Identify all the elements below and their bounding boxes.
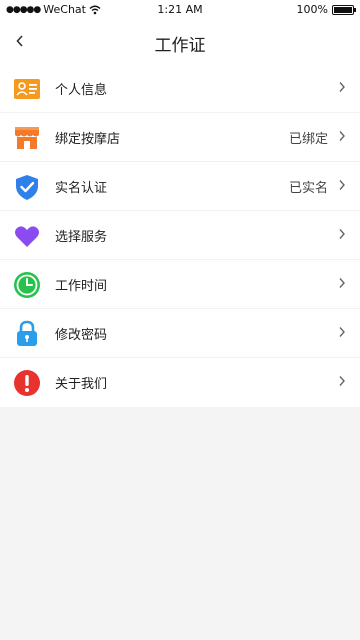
status-bar: ●●●●● WeChat 1:21 AM 100%: [0, 0, 360, 20]
menu-item-real-name[interactable]: 实名认证 已实名: [0, 162, 360, 211]
chevron-right-icon: [336, 130, 348, 146]
menu-item-change-password[interactable]: 修改密码: [0, 309, 360, 358]
menu-item-label: 关于我们: [55, 377, 108, 392]
menu-item-value: 已绑定: [288, 132, 328, 147]
alert-icon: [13, 369, 41, 397]
nav-bar: 工作证: [0, 20, 360, 64]
chevron-right-icon: [336, 326, 348, 342]
chevron-right-icon: [336, 277, 348, 293]
shield-check-icon: [13, 173, 41, 201]
battery-icon: [332, 4, 356, 15]
status-right: 100%: [296, 3, 356, 16]
chevron-right-icon: [336, 179, 348, 195]
menu-item-label: 个人信息: [55, 83, 108, 98]
page-title: 工作证: [154, 36, 206, 56]
screen: ●●●●● WeChat 1:21 AM 100% 工作证 个人信息 绑定按摩店…: [0, 0, 360, 640]
id-card-icon: [13, 75, 41, 103]
menu-item-label: 实名认证: [55, 181, 108, 196]
menu-list: 个人信息 绑定按摩店 已绑定 实名认证 已实名 选择服务 工作时间 修改密码 关…: [0, 64, 360, 407]
clock-icon: [13, 271, 41, 299]
menu-item-about-us[interactable]: 关于我们: [0, 358, 360, 407]
menu-item-bind-store[interactable]: 绑定按摩店 已绑定: [0, 113, 360, 162]
menu-item-label: 修改密码: [55, 328, 108, 343]
menu-item-personal-info[interactable]: 个人信息: [0, 64, 360, 113]
lock-icon: [13, 320, 41, 348]
menu-item-select-service[interactable]: 选择服务: [0, 211, 360, 260]
heart-icon: [13, 222, 41, 250]
menu-item-label: 绑定按摩店: [55, 132, 121, 147]
menu-item-value: 已实名: [288, 181, 328, 196]
store-icon: [13, 124, 41, 152]
chevron-right-icon: [336, 81, 348, 97]
menu-item-label: 工作时间: [55, 279, 108, 294]
chevron-right-icon: [336, 228, 348, 244]
chevron-right-icon: [336, 375, 348, 391]
menu-item-working-hours[interactable]: 工作时间: [0, 260, 360, 309]
menu-item-label: 选择服务: [55, 230, 108, 245]
battery-percent: 100%: [296, 3, 328, 16]
